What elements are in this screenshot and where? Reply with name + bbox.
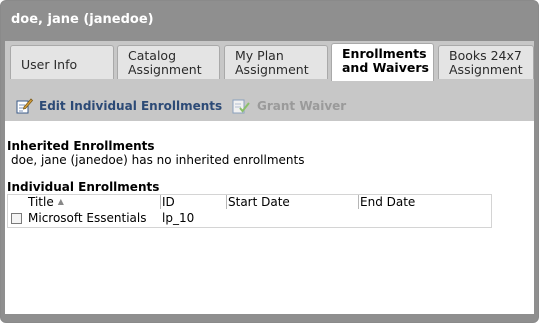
- sort-ascending-icon: ▲: [57, 197, 64, 206]
- column-header-id[interactable]: ID: [162, 195, 226, 209]
- individual-enrollments-table: Title ▲ ID Start Date End Date Microsoft …: [7, 194, 492, 228]
- column-header-title[interactable]: Title ▲: [28, 195, 160, 209]
- column-header-label: Title: [28, 195, 54, 209]
- tab-label: Assignment: [235, 62, 309, 77]
- user-details-panel: doe, jane (janedoe) User Info Catalog As…: [0, 0, 539, 323]
- tab-my-plan-assignment[interactable]: My Plan Assignment: [224, 45, 328, 79]
- column-divider[interactable]: [358, 195, 359, 209]
- tab-user-info[interactable]: User Info: [10, 45, 114, 79]
- enrollments-content: Inherited Enrollments doe, jane (janedoe…: [5, 121, 534, 314]
- panel-title: doe, jane (janedoe): [11, 12, 154, 27]
- column-divider[interactable]: [160, 195, 161, 209]
- tab-bar: User Info Catalog Assignment My Plan Ass…: [5, 41, 534, 81]
- column-header-label: Start Date: [228, 195, 290, 209]
- cell-title: Microsoft Essentials: [28, 211, 147, 225]
- edit-enrollments-label: Edit Individual Enrollments: [39, 99, 223, 113]
- enrollment-toolbar: Edit Individual Enrollments Grant Waiver: [5, 81, 534, 121]
- tab-label: Books 24x7: [449, 48, 522, 63]
- tab-label: Catalog: [128, 48, 177, 63]
- grant-waiver-label: Grant Waiver: [257, 99, 347, 113]
- tab-label: Assignment: [128, 62, 202, 77]
- cell-id: lp_10: [162, 211, 195, 225]
- tab-label: and Waivers: [342, 60, 429, 75]
- column-header-start-date[interactable]: Start Date: [228, 195, 358, 209]
- column-header-end-date[interactable]: End Date: [360, 195, 488, 209]
- tab-label: Assignment: [449, 62, 523, 77]
- tab-label: User Info: [21, 57, 78, 72]
- column-header-label: End Date: [360, 195, 416, 209]
- individual-enrollments-heading: Individual Enrollments: [7, 180, 160, 194]
- tab-enrollments-and-waivers[interactable]: Enrollments and Waivers: [331, 43, 434, 81]
- column-divider[interactable]: [226, 195, 227, 209]
- tab-catalog-assignment[interactable]: Catalog Assignment: [117, 45, 220, 79]
- edit-individual-enrollments-button[interactable]: Edit Individual Enrollments: [15, 97, 222, 115]
- inherited-enrollments-heading: Inherited Enrollments: [7, 139, 155, 153]
- column-header-label: ID: [162, 195, 175, 209]
- tab-label: My Plan: [235, 48, 284, 63]
- edit-enrollments-icon: [16, 98, 34, 114]
- grant-waiver-button[interactable]: Grant Waiver: [231, 97, 346, 115]
- tab-label: Enrollments: [342, 46, 427, 61]
- tab-books-24x7-assignment[interactable]: Books 24x7 Assignment: [438, 45, 534, 79]
- row-select-checkbox[interactable]: [11, 213, 22, 224]
- inherited-enrollments-message: doe, jane (janedoe) has no inherited enr…: [11, 153, 305, 167]
- grant-waiver-icon: [232, 99, 250, 114]
